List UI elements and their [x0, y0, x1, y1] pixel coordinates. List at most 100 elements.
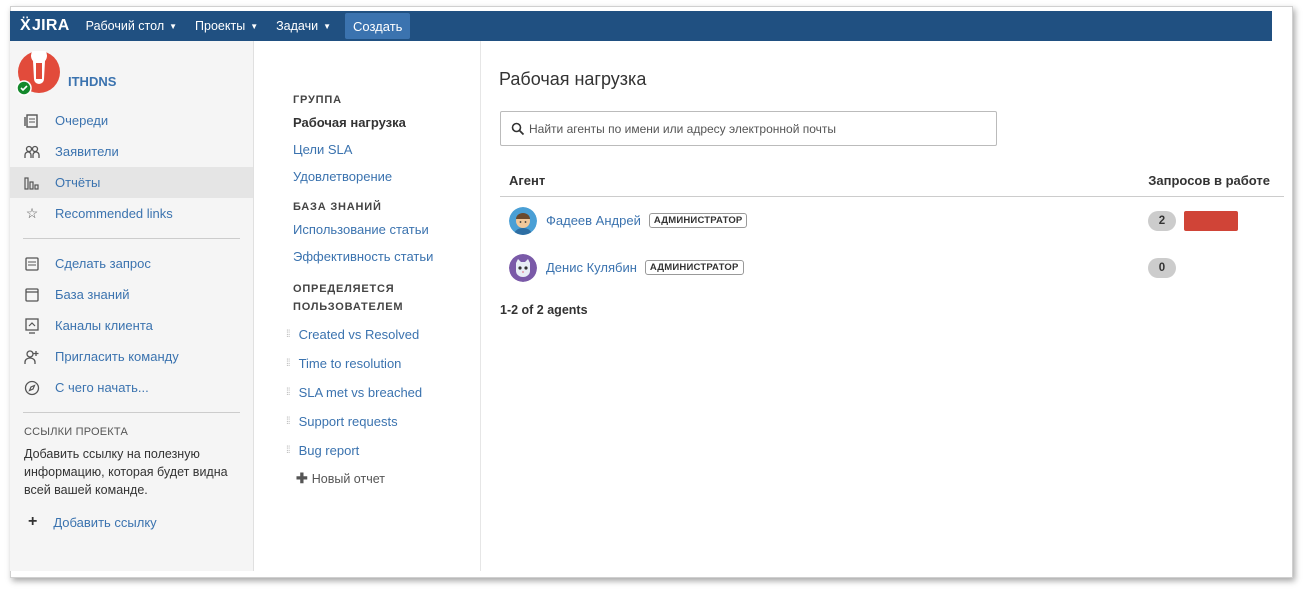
custom-report-item[interactable]: ⁞⁞ SLA met vs breached: [255, 378, 480, 407]
report-workload[interactable]: Рабочая нагрузка: [255, 109, 480, 136]
project-sidebar: ITHDNS Очереди Заявители Отчёты ☆ Recomm…: [10, 41, 254, 571]
agent-search-field[interactable]: [500, 111, 997, 146]
sidebar-item-raise-request[interactable]: Сделать запрос: [10, 248, 253, 279]
channels-icon: [23, 317, 41, 335]
sidebar-divider: [23, 238, 240, 239]
sidebar-item-customers[interactable]: Заявители: [10, 136, 253, 167]
avatar[interactable]: [509, 253, 537, 282]
reports-icon: [23, 174, 41, 192]
customers-icon: [23, 143, 41, 161]
project-avatar-icon: [16, 47, 60, 96]
invite-team-icon: [23, 348, 41, 366]
nav-projects[interactable]: Проекты ▼: [195, 19, 258, 33]
sidebar-item-reports[interactable]: Отчёты: [10, 167, 253, 198]
project-header: ITHDNS: [10, 41, 253, 105]
drag-handle-icon[interactable]: ⁞⁞: [286, 387, 290, 398]
drag-handle-icon[interactable]: ⁞⁞: [286, 416, 290, 427]
drag-handle-icon[interactable]: ⁞⁞: [286, 329, 290, 340]
top-nav: Ẍ JIRA Рабочий стол ▼ Проекты ▼ Задачи ▼ Со…: [10, 11, 1272, 41]
sidebar-item-invite-team[interactable]: Пригласить команду: [10, 341, 253, 372]
avatar[interactable]: [509, 206, 537, 235]
custom-report-label: Time to resolution: [298, 356, 402, 371]
sidebar-item-channels[interactable]: Каналы клиента: [10, 310, 253, 341]
compass-icon: [23, 379, 41, 397]
report-article-usage[interactable]: Использование статьи: [255, 216, 480, 243]
nav-issues[interactable]: Задачи ▼: [276, 19, 331, 33]
create-button[interactable]: Создать: [345, 13, 411, 39]
custom-report-label: Created vs Resolved: [298, 327, 420, 342]
nav-dashboards[interactable]: Рабочий стол ▼: [86, 19, 177, 33]
agent-name-link[interactable]: Денис Кулябин: [546, 260, 637, 275]
raise-request-icon: [23, 255, 41, 273]
role-badge: АДМИНИСТРАТОР: [644, 260, 744, 275]
jira-logo[interactable]: Ẍ JIRA: [20, 17, 70, 35]
agent-avatar-icon: [509, 253, 537, 282]
logo-text: JIRA: [31, 17, 70, 34]
project-links-title: ССЫЛКИ ПРОЕКТА: [24, 426, 129, 438]
nav-projects-label: Проекты: [195, 19, 246, 33]
workload-table: Агент Запросов в работе Фадеев Андрей АД…: [500, 165, 1284, 317]
custom-report-item[interactable]: ⁞⁞ Time to resolution: [255, 349, 480, 378]
sidebar-item-label: Отчёты: [55, 175, 101, 190]
table-header: Агент Запросов в работе: [500, 165, 1284, 197]
custom-report-label: SLA met vs breached: [298, 385, 423, 400]
sidebar-item-queues[interactable]: Очереди: [10, 105, 253, 136]
column-header-requests: Запросов в работе: [1148, 173, 1270, 188]
new-report-label: Новый отчет: [311, 471, 385, 486]
plus-icon: +: [28, 513, 38, 530]
request-count-badge: 2: [1148, 210, 1176, 231]
main-content: Рабочая нагрузка Агент Запросов в работе: [481, 41, 1284, 571]
sidebar-item-label: База знаний: [55, 287, 130, 302]
reports-kb-title: БАЗА ЗНАНИЙ: [293, 201, 382, 213]
plus-icon: ✚: [296, 470, 308, 486]
search-input[interactable]: [529, 121, 969, 136]
sidebar-item-label: Очереди: [55, 113, 109, 128]
project-avatar[interactable]: [16, 47, 62, 97]
project-links-description: Добавить ссылку на полезную информацию, …: [24, 447, 228, 497]
report-article-effectiveness[interactable]: Эффективность статьи: [255, 243, 480, 270]
report-sla-goals[interactable]: Цели SLA: [255, 136, 480, 163]
new-report-button[interactable]: ✚ Новый отчет: [255, 465, 480, 492]
sidebar-item-label: Пригласить команду: [55, 349, 179, 364]
custom-report-label: Bug report: [298, 443, 360, 458]
queues-icon: [23, 112, 41, 130]
reports-custom-title: ОПРЕДЕЛЯЕТСЯ: [293, 283, 395, 295]
project-name[interactable]: ITHDNS: [68, 74, 116, 89]
reports-nav: ГРУППА Рабочая нагрузка Цели SLA Удовлет…: [255, 41, 481, 571]
chevron-down-icon: ▼: [169, 21, 178, 31]
agent-name-link[interactable]: Фадеев Андрей: [546, 213, 641, 228]
star-icon: ☆: [25, 205, 39, 221]
nav-issues-label: Задачи: [276, 19, 319, 33]
reports-group-title: ГРУППА: [293, 94, 342, 106]
add-link-label: Добавить ссылку: [53, 514, 157, 530]
sidebar-item-recommended-links[interactable]: ☆ Recommended links: [10, 198, 253, 229]
drag-handle-icon[interactable]: ⁞⁞: [286, 445, 290, 456]
agent-avatar-icon: [509, 206, 537, 235]
add-link-button[interactable]: + Добавить ссылку: [10, 499, 253, 531]
custom-report-item[interactable]: ⁞⁞ Support requests: [255, 407, 480, 436]
chevron-down-icon: ▼: [323, 21, 332, 31]
sidebar-divider: [23, 412, 240, 413]
sidebar-item-label: Заявители: [55, 144, 119, 159]
sidebar-item-getting-started[interactable]: С чего начать...: [10, 372, 253, 403]
report-satisfaction[interactable]: Удовлетворение: [255, 163, 480, 190]
search-icon: [511, 122, 525, 135]
custom-report-item[interactable]: ⁞⁞ Bug report: [255, 436, 480, 465]
sidebar-item-label: С чего начать...: [55, 380, 149, 395]
jira-logo-icon: Ẍ: [20, 17, 31, 34]
custom-report-item[interactable]: ⁞⁞ Created vs Resolved: [255, 320, 480, 349]
table-row: Фадеев Андрей АДМИНИСТРАТОР 2: [500, 197, 1284, 244]
custom-report-label: Support requests: [298, 414, 398, 429]
reports-custom-title-2: ПОЛЬЗОВАТЕЛЕМ: [293, 301, 404, 313]
chevron-down-icon: ▼: [250, 21, 259, 31]
nav-dashboards-label: Рабочий стол: [85, 19, 165, 33]
workload-bar: [1184, 210, 1238, 231]
sidebar-item-label: Каналы клиента: [55, 318, 153, 333]
drag-handle-icon[interactable]: ⁞⁞: [286, 358, 290, 369]
sidebar-item-knowledge-base[interactable]: База знаний: [10, 279, 253, 310]
sidebar-item-label: Сделать запрос: [55, 256, 151, 271]
column-header-agent: Агент: [509, 173, 546, 188]
knowledge-base-icon: [23, 286, 41, 304]
table-row: Денис Кулябин АДМИНИСТРАТОР 0: [500, 244, 1284, 291]
page-title: Рабочая нагрузка: [499, 69, 647, 89]
